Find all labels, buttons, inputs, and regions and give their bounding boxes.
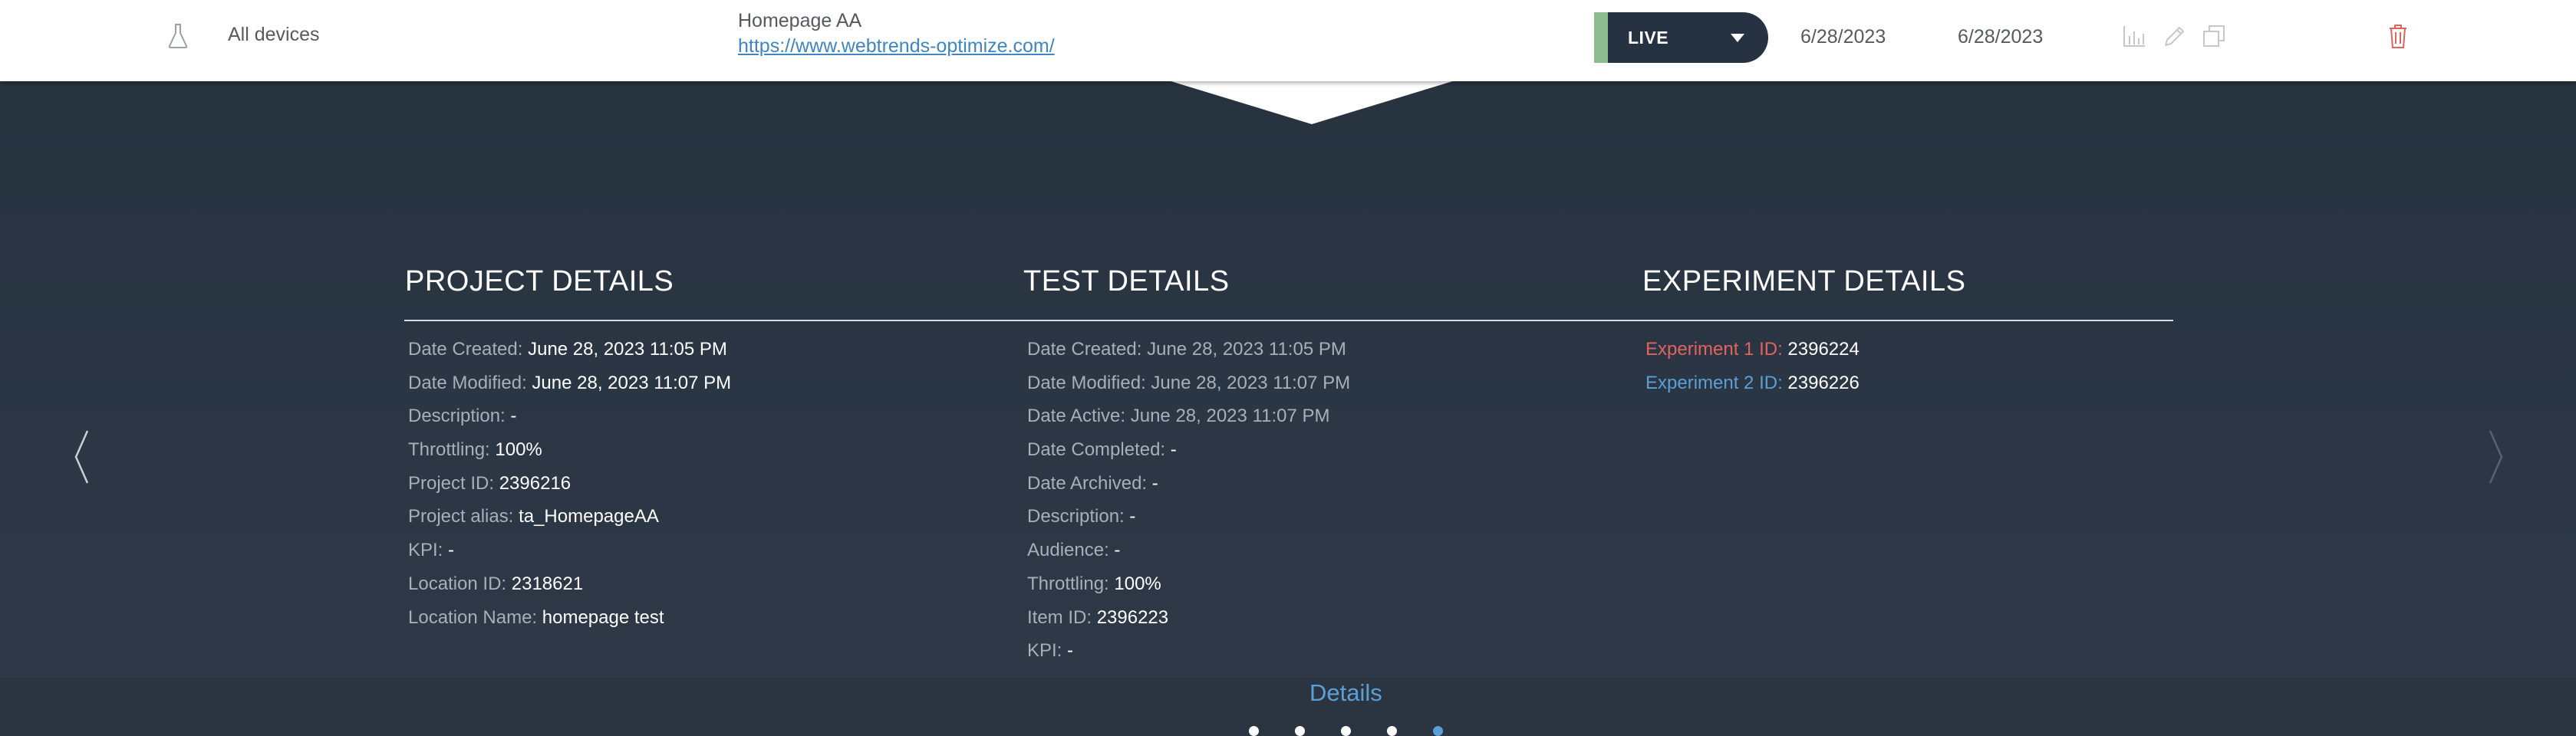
detail-row: Description: - <box>408 406 517 427</box>
project-url-link[interactable]: https://www.webtrends-optimize.com/ <box>738 35 1055 58</box>
carousel-dot-5[interactable] <box>1433 726 1443 736</box>
start-date: 6/28/2023 <box>1800 26 1886 48</box>
detail-row: Date Created: June 28, 2023 11:05 PM <box>408 339 727 360</box>
details-link[interactable]: Details <box>1309 679 1382 707</box>
detail-row: Audience: - <box>1027 540 1121 561</box>
carousel-dot-1[interactable] <box>1249 726 1259 736</box>
carousel-dot-4[interactable] <box>1387 726 1397 736</box>
project-details-list: Date Created: June 28, 2023 11:05 PM Dat… <box>408 333 731 634</box>
status-label: LIVE <box>1628 28 1669 48</box>
experiment-row: Experiment 2 ID: 2396226 <box>1645 372 1860 393</box>
details-panel: PROJECT DETAILS TEST DETAILS EXPERIMENT … <box>0 81 2576 736</box>
caret-down-icon <box>1731 34 1744 42</box>
detail-row: Date Completed: - <box>1027 439 1177 461</box>
experiment-details-list: Experiment 1 ID: 2396224 Experiment 2 ID… <box>1645 333 1860 399</box>
detail-row: Date Modified: June 28, 2023 11:07 PM <box>1027 372 1351 393</box>
detail-row: Date Created: June 28, 2023 11:05 PM <box>1027 339 1346 360</box>
detail-row: Throttling: 100% <box>408 439 542 461</box>
panel-pointer <box>1166 80 1458 124</box>
end-date: 6/28/2023 <box>1958 26 2044 48</box>
detail-row: Date Active: June 28, 2023 11:07 PM <box>1027 406 1330 427</box>
carousel-dot-3[interactable] <box>1341 726 1351 736</box>
detail-row: Date Archived: - <box>1027 472 1158 494</box>
detail-row: KPI: - <box>1027 640 1074 662</box>
chevron-left-icon[interactable] <box>71 426 94 488</box>
project-name: Homepage AA <box>738 10 862 31</box>
detail-row: Description: - <box>1027 506 1136 527</box>
detail-row: Location ID: 2318621 <box>408 573 584 594</box>
pencil-icon[interactable] <box>2162 23 2186 49</box>
experiment-details-heading: EXPERIMENT DETAILS <box>1642 265 1966 297</box>
experiment-row: Experiment 1 ID: 2396224 <box>1645 339 1860 360</box>
copy-icon[interactable] <box>2202 23 2226 49</box>
device-label: All devices <box>228 24 320 45</box>
test-details-heading: TEST DETAILS <box>1023 265 1230 297</box>
test-details-list: Date Created: June 28, 2023 11:05 PM Dat… <box>1027 333 1350 668</box>
detail-row: Project ID: 2396216 <box>408 472 572 494</box>
chart-icon[interactable] <box>2122 23 2146 49</box>
project-details-heading: PROJECT DETAILS <box>405 265 674 297</box>
detail-row: KPI: - <box>408 540 455 561</box>
heading-divider <box>404 320 2173 321</box>
detail-row: Date Modified: June 28, 2023 11:07 PM <box>408 372 732 393</box>
status-color-bar <box>1594 12 1608 63</box>
status-dropdown[interactable]: LIVE <box>1594 12 1768 63</box>
flask-icon <box>167 23 189 49</box>
trash-icon[interactable] <box>2386 23 2410 49</box>
carousel-dot-2[interactable] <box>1295 726 1305 736</box>
detail-row: Throttling: 100% <box>1027 573 1161 594</box>
detail-row: Project alias: ta_HomepageAA <box>408 506 659 527</box>
detail-row: Location Name: homepage test <box>408 606 664 628</box>
project-row[interactable]: All devices Homepage AA https://www.webt… <box>0 0 2576 81</box>
chevron-right-icon[interactable] <box>2484 426 2507 488</box>
detail-row: Item ID: 2396223 <box>1027 606 1169 628</box>
